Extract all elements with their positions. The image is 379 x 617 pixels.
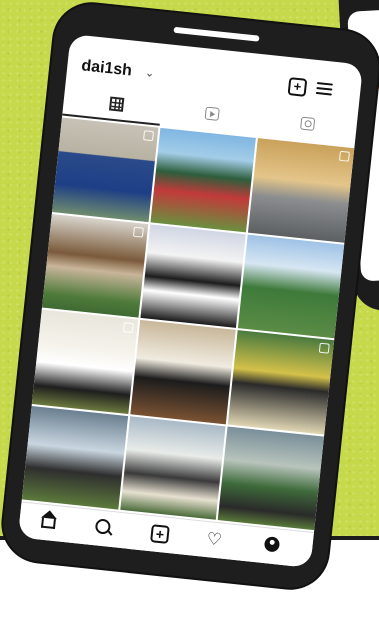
grid-post[interactable] [130,319,237,424]
search-icon [94,518,112,535]
grid-post[interactable] [228,330,335,435]
grid-post[interactable] [150,127,257,232]
grid-post[interactable] [52,117,159,222]
grid-post[interactable] [218,426,325,531]
activity-heart-icon: ♡ [205,529,223,550]
grid-post[interactable] [238,234,345,339]
post-grid [21,117,355,531]
nav-create[interactable]: + [150,524,170,544]
grid-post[interactable] [41,213,148,318]
grid-icon [108,96,125,112]
home-icon [40,517,56,530]
grid-post[interactable] [140,223,247,328]
multi-photo-icon [338,150,350,162]
new-post-icon[interactable]: + [287,77,308,97]
profile-icon [263,536,281,553]
phone-mockup: dai1sh ⌄ + + ♡ [0,0,379,592]
profile-username[interactable]: dai1sh [80,57,133,80]
tab-grid[interactable] [108,96,127,114]
nav-home[interactable] [40,513,61,533]
grid-post[interactable] [119,415,226,520]
menu-icon[interactable] [315,82,333,97]
grid-post[interactable] [248,138,355,243]
grid-post[interactable] [21,405,128,510]
tagged-icon [300,116,316,131]
chevron-down-icon[interactable]: ⌄ [144,66,155,80]
nav-search[interactable] [94,518,114,538]
reels-icon [204,106,220,121]
multi-photo-icon [318,342,330,354]
multi-photo-icon [142,130,154,142]
multi-photo-icon [132,226,144,238]
create-icon: + [150,524,170,544]
tab-tagged[interactable] [300,116,318,135]
nav-activity[interactable]: ♡ [205,529,226,550]
grid-post[interactable] [31,309,138,414]
tab-reels[interactable] [204,106,222,125]
nav-profile[interactable] [263,536,283,556]
app-screen: dai1sh ⌄ + + ♡ [17,33,364,568]
multi-photo-icon [122,322,134,334]
